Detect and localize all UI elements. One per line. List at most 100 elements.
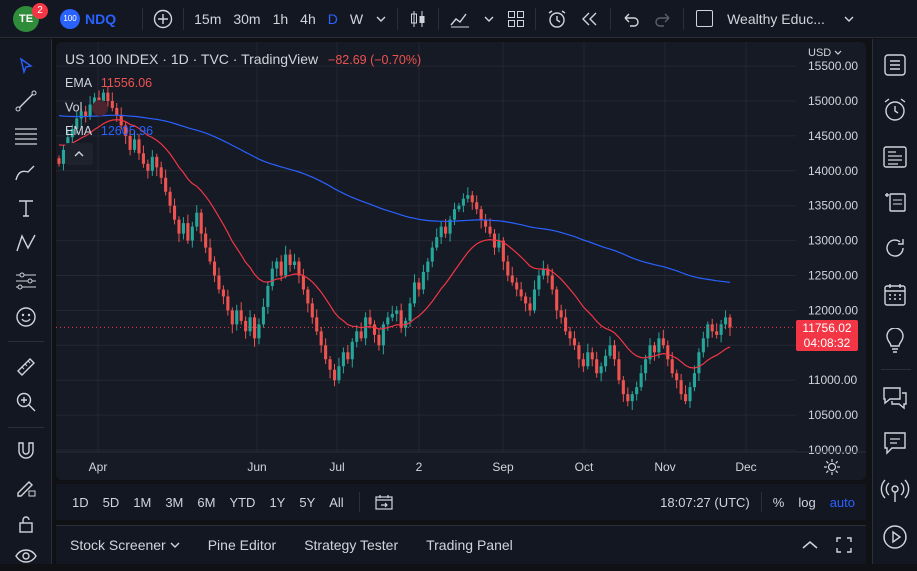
candle-body — [310, 303, 314, 318]
icon-tool[interactable] — [10, 302, 42, 332]
undo-button[interactable] — [615, 0, 647, 38]
range-1d[interactable]: 1D — [65, 495, 96, 510]
interval-W[interactable]: W — [344, 0, 369, 38]
text-icon — [19, 200, 33, 217]
compare-add-button[interactable] — [147, 0, 179, 38]
pattern-tool[interactable] — [10, 228, 42, 258]
right-sidebar — [872, 39, 917, 564]
layout-menu[interactable]: Wealthy Educ... — [688, 0, 831, 38]
chevron-down-icon — [170, 542, 180, 548]
candle-body — [488, 226, 492, 234]
volume-label: Vol — [65, 100, 83, 115]
lock-tool[interactable] — [10, 509, 42, 539]
user-avatar[interactable]: TE 2 — [0, 0, 52, 38]
price-chart[interactable]: 15500.00 15000.00 14500.00 14000.00 13500.00… — [56, 42, 866, 480]
help-button[interactable] — [879, 521, 911, 553]
maximize-panel-button[interactable] — [836, 537, 852, 553]
indicators-button[interactable] — [443, 0, 477, 38]
redo-button[interactable] — [647, 0, 679, 38]
candle-body — [470, 195, 474, 203]
interval-dropdown[interactable] — [369, 0, 393, 38]
candle-body — [221, 289, 225, 297]
range-all[interactable]: All — [322, 495, 350, 510]
candle-body — [484, 219, 488, 227]
utc-clock[interactable]: 18:07:27 (UTC) — [653, 495, 757, 510]
candle-body — [226, 296, 230, 311]
brush-tool[interactable] — [10, 157, 42, 187]
tab-trading-panel[interactable]: Trading Panel — [412, 537, 527, 553]
chart-type-button[interactable] — [402, 0, 434, 38]
streams-button[interactable] — [879, 475, 911, 507]
messages-button[interactable] — [879, 427, 911, 459]
news-button[interactable] — [879, 141, 911, 173]
tab-stock-screener[interactable]: Stock Screener — [56, 537, 170, 553]
percent-toggle[interactable]: % — [766, 495, 792, 510]
range-3m[interactable]: 3M — [158, 495, 190, 510]
tab-strategy-tester[interactable]: Strategy Tester — [290, 537, 412, 553]
ema-slow-legend[interactable]: EMA 12605.96 — [65, 124, 153, 138]
undo-icon — [624, 13, 639, 27]
goto-date-button[interactable] — [368, 494, 400, 510]
hotlist-button[interactable] — [879, 232, 911, 264]
measure-tool[interactable] — [10, 352, 42, 382]
range-1y[interactable]: 1Y — [262, 495, 292, 510]
cursor-tool[interactable] — [10, 51, 42, 81]
range-ytd[interactable]: YTD — [222, 495, 262, 510]
magnet-tool[interactable] — [10, 436, 42, 466]
screener-dropdown[interactable] — [170, 541, 180, 549]
layout-checkbox-icon — [696, 10, 714, 27]
expand-panel-button[interactable] — [802, 540, 818, 550]
replay-button[interactable] — [574, 0, 606, 38]
candle-body — [328, 359, 332, 370]
layout-dropdown[interactable] — [837, 0, 861, 38]
watchlist-button[interactable] — [879, 49, 911, 81]
range-6m[interactable]: 6M — [190, 495, 222, 510]
alerts-button[interactable] — [879, 94, 911, 126]
alert-button[interactable] — [540, 0, 574, 38]
candle-body — [132, 139, 137, 150]
volume-legend[interactable]: Vol — [65, 100, 108, 116]
interval-4h[interactable]: 4h — [294, 0, 322, 38]
idea-button[interactable] — [879, 325, 911, 357]
candle-body — [212, 261, 217, 276]
chats-button[interactable] — [879, 382, 911, 414]
stay-drawing-tool[interactable] — [10, 472, 42, 502]
log-toggle[interactable]: log — [791, 495, 822, 510]
candle-body — [275, 261, 279, 269]
calendar-button[interactable] — [879, 279, 911, 311]
templates-button[interactable] — [501, 0, 531, 38]
range-1m[interactable]: 1M — [126, 495, 158, 510]
candle-body — [457, 205, 461, 210]
prediction-tool[interactable] — [10, 266, 42, 296]
zoom-tool[interactable] — [10, 387, 42, 417]
interval-D[interactable]: D — [322, 0, 344, 38]
hide-tool[interactable] — [10, 541, 42, 571]
symbol-search[interactable]: 100 NDQ — [52, 0, 122, 38]
ema-slow-label: EMA — [65, 124, 92, 138]
chevron-down-icon — [844, 16, 854, 22]
text-tool[interactable] — [10, 193, 42, 223]
chart-pane[interactable]: 15500.00 15000.00 14500.00 14000.00 13500.00… — [56, 42, 866, 480]
range-5y[interactable]: 5Y — [292, 495, 322, 510]
interval-1h[interactable]: 1h — [267, 0, 295, 38]
ema-fast-legend[interactable]: EMA 11556.06 — [65, 76, 152, 90]
trendline-tool[interactable] — [10, 86, 42, 116]
chart-settings-button[interactable] — [824, 459, 840, 475]
indicators-icon — [450, 13, 470, 27]
candle-body — [186, 223, 190, 241]
indicators-dropdown[interactable] — [477, 0, 501, 38]
fib-tool[interactable] — [10, 121, 42, 151]
auto-toggle[interactable]: auto — [823, 495, 862, 510]
candle-body — [244, 320, 248, 332]
tab-pine-editor[interactable]: Pine Editor — [194, 537, 290, 553]
currency-selector[interactable]: USD — [808, 47, 842, 59]
candle-body — [475, 202, 479, 210]
ideas-stream-button[interactable] — [879, 186, 911, 218]
range-5d[interactable]: 5D — [96, 495, 127, 510]
candle-body — [604, 355, 608, 367]
interval-30m[interactable]: 30m — [227, 0, 266, 38]
candle-body — [670, 359, 674, 374]
interval-15m[interactable]: 15m — [188, 0, 227, 38]
collapse-legend-button[interactable] — [65, 143, 93, 165]
chat-bubbles-icon — [883, 387, 907, 410]
